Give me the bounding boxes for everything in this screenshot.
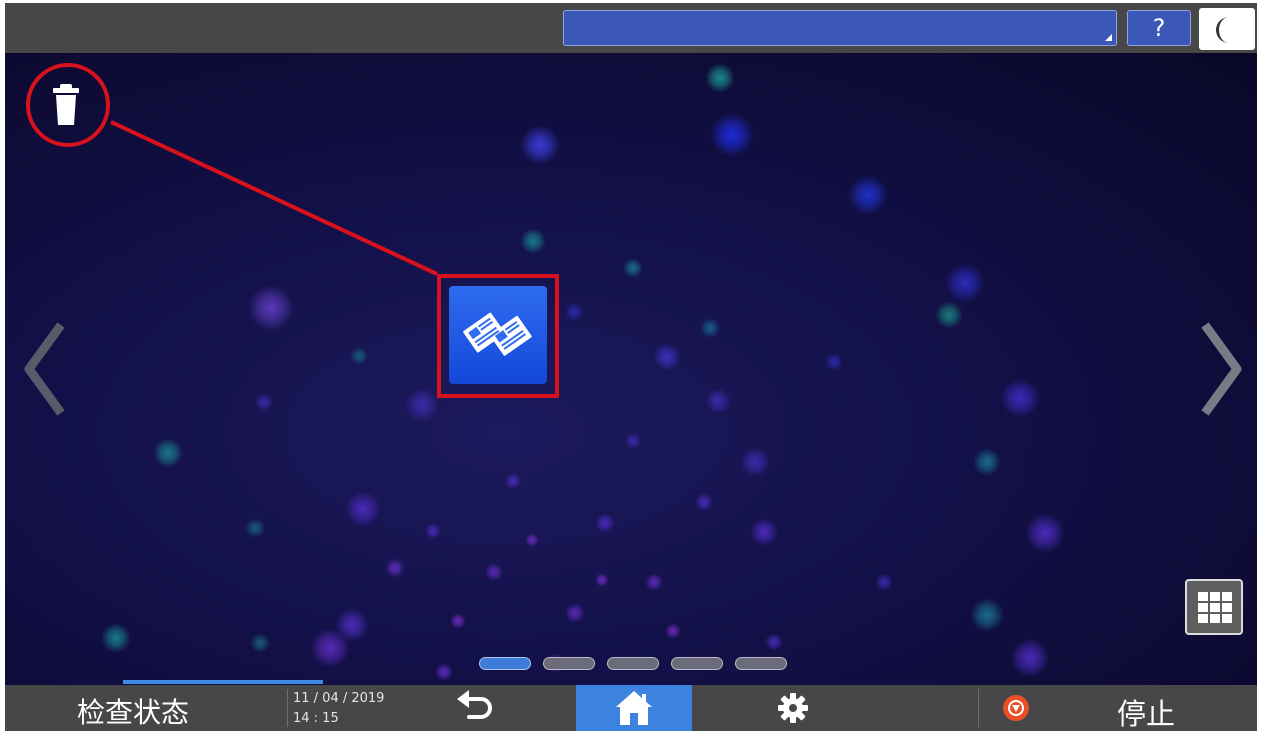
operation-panel-screen: ? 检查状态 11 / 04 / 2019 14: 15 停止 — [5, 3, 1257, 731]
stop-button[interactable]: 停止 — [1117, 691, 1175, 731]
page-dot[interactable] — [543, 657, 595, 670]
page-dot[interactable] — [671, 657, 723, 670]
next-page-button[interactable] — [1197, 319, 1247, 419]
trash-icon — [53, 84, 79, 125]
page-dot[interactable] — [735, 657, 787, 670]
bottom-bar: 检查状态 11 / 04 / 2019 14 : 15 停止 — [5, 685, 1257, 731]
back-arrow-icon — [457, 690, 492, 719]
date-display: 11 / 04 / 2019 — [293, 691, 385, 706]
app-highlight-box — [437, 274, 559, 398]
home-screen-area — [5, 53, 1257, 685]
highlight-connector-line — [110, 120, 438, 276]
status-indicator-bar — [123, 680, 323, 684]
chevron-right-icon — [1201, 322, 1242, 416]
document-server-app[interactable] — [449, 286, 547, 384]
top-bar: ? — [5, 3, 1257, 53]
home-button[interactable] — [576, 685, 692, 731]
divider — [978, 689, 979, 727]
help-button[interactable]: ? — [1127, 10, 1191, 46]
check-status-button[interactable]: 检查状态 — [77, 691, 189, 731]
page-dot[interactable] — [607, 657, 659, 670]
moon-icon — [1216, 17, 1229, 43]
previous-page-button[interactable] — [19, 319, 69, 419]
help-button-label: ? — [1152, 14, 1166, 42]
chevron-left-icon — [24, 322, 65, 416]
back-button[interactable] — [445, 685, 505, 731]
stop-icon[interactable] — [1003, 695, 1029, 721]
login-user-field[interactable] — [563, 10, 1117, 46]
delete-icon-target[interactable] — [48, 81, 88, 129]
home-icon — [616, 691, 652, 725]
gear-icon — [778, 693, 808, 723]
stop-symbol — [1008, 700, 1024, 716]
document-server-icon — [463, 312, 532, 356]
field-corner-indicator — [1105, 34, 1112, 41]
application-list-button[interactable] — [1185, 579, 1243, 635]
page-dot[interactable] — [479, 657, 531, 670]
settings-button[interactable] — [763, 685, 823, 731]
divider — [287, 689, 288, 727]
time-display: 14 : 15 — [293, 711, 339, 726]
energy-saver-button[interactable] — [1199, 8, 1255, 50]
